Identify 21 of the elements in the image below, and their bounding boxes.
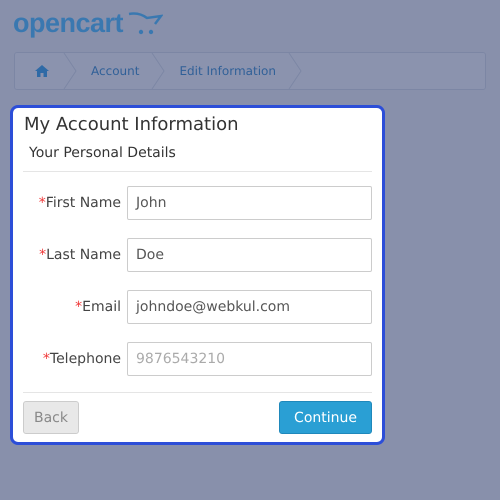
required-asterisk: * [75, 299, 82, 315]
field-label: Telephone [50, 351, 121, 367]
dialog-title: My Account Information [23, 114, 240, 135]
input-field[interactable]: 9876543210 [127, 342, 372, 376]
cart-icon [127, 10, 164, 36]
breadcrumb-link[interactable]: Account [91, 64, 140, 78]
required-asterisk: * [38, 195, 46, 211]
field-label: First Name [46, 195, 121, 211]
required-asterisk: * [39, 247, 46, 263]
field-label: Last Name [46, 247, 121, 263]
required-asterisk: * [42, 351, 50, 367]
section-heading: Your Personal Details [23, 145, 372, 172]
breadcrumb-link[interactable]: Edit Information [179, 64, 276, 78]
home-icon[interactable] [35, 65, 49, 77]
continue-button[interactable]: Continue [279, 401, 372, 434]
field-label: Email [82, 299, 121, 315]
input-field[interactable]: johndoe@webkul.com [127, 290, 372, 324]
input-field[interactable]: Doe [127, 238, 372, 272]
input-field[interactable]: John [127, 186, 372, 220]
logo-text: opencart [13, 8, 124, 39]
back-button[interactable]: Back [23, 401, 79, 434]
